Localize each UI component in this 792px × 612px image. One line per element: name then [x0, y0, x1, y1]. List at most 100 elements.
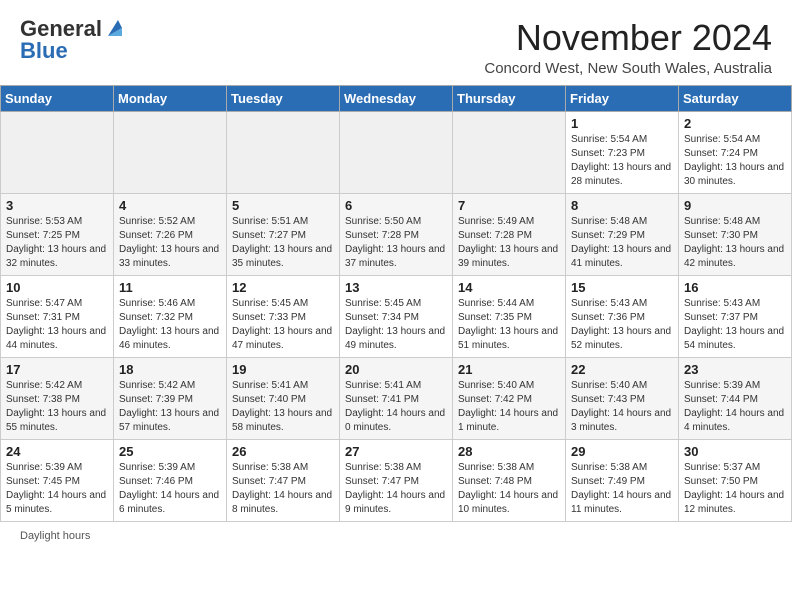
calendar-cell: 1 Sunrise: 5:54 AM Sunset: 7:23 PM Daylig…	[566, 111, 679, 193]
day-info: Sunrise: 5:43 AM Sunset: 7:37 PM Dayligh…	[684, 297, 786, 353]
calendar-cell: 13Sunrise: 5:45 AM Sunset: 7:34 PM Dayli…	[340, 275, 453, 357]
day-info: Sunrise: 5:54 AM Sunset: 7:23 PM Dayligh…	[571, 133, 673, 189]
day-info: Sunrise: 5:40 AM Sunset: 7:43 PM Dayligh…	[571, 379, 673, 435]
calendar-cell: 8Sunrise: 5:48 AM Sunset: 7:29 PM Daylig…	[566, 193, 679, 275]
calendar-cell: 6Sunrise: 5:50 AM Sunset: 7:28 PM Daylig…	[340, 193, 453, 275]
calendar-cell: 11 Sunrise: 5:46 AM Sunset: 7:32 PM Dayli…	[114, 275, 227, 357]
day-info: Sunrise: 5:52 AM Sunset: 7:26 PM Dayligh…	[119, 215, 221, 271]
day-number: 28	[458, 444, 560, 459]
day-info: Sunrise: 5:40 AM Sunset: 7:42 PM Dayligh…	[458, 379, 560, 435]
day-info: Sunrise: 5:38 AM Sunset: 7:49 PM Dayligh…	[571, 461, 673, 517]
logo: General Blue	[20, 18, 126, 64]
day-info: Sunrise: 5:45 AM Sunset: 7:34 PM Dayligh…	[345, 297, 447, 353]
day-info: Sunrise: 5:47 AM Sunset: 7:31 PM Dayligh…	[6, 297, 108, 353]
calendar-cell: 30 Sunrise: 5:37 AM Sunset: 7:50 PM Dayli…	[679, 439, 792, 521]
calendar-cell	[114, 111, 227, 193]
day-info: Sunrise: 5:44 AM Sunset: 7:35 PM Dayligh…	[458, 297, 560, 353]
footer: Daylight hours	[0, 522, 792, 546]
calendar-week-row: 1 Sunrise: 5:54 AM Sunset: 7:23 PM Daylig…	[1, 111, 792, 193]
location-subtitle: Concord West, New South Wales, Australia	[484, 60, 772, 77]
day-info: Sunrise: 5:38 AM Sunset: 7:47 PM Dayligh…	[345, 461, 447, 517]
day-info: Sunrise: 5:53 AM Sunset: 7:25 PM Dayligh…	[6, 215, 108, 271]
day-number: 9	[684, 198, 786, 213]
calendar-cell	[453, 111, 566, 193]
calendar-cell: 10 Sunrise: 5:47 AM Sunset: 7:31 PM Dayli…	[1, 275, 114, 357]
logo-blue-text: Blue	[20, 38, 68, 64]
day-info: Sunrise: 5:43 AM Sunset: 7:36 PM Dayligh…	[571, 297, 673, 353]
day-info: Sunrise: 5:42 AM Sunset: 7:38 PM Dayligh…	[6, 379, 108, 435]
day-info: Sunrise: 5:46 AM Sunset: 7:32 PM Dayligh…	[119, 297, 221, 353]
calendar-cell: 19Sunrise: 5:41 AM Sunset: 7:40 PM Dayli…	[227, 357, 340, 439]
calendar-cell: 21 Sunrise: 5:40 AM Sunset: 7:42 PM Dayli…	[453, 357, 566, 439]
calendar-week-row: 24Sunrise: 5:39 AM Sunset: 7:45 PM Dayli…	[1, 439, 792, 521]
day-number: 11	[119, 280, 221, 295]
calendar-cell: 12 Sunrise: 5:45 AM Sunset: 7:33 PM Dayli…	[227, 275, 340, 357]
day-info: Sunrise: 5:51 AM Sunset: 7:27 PM Dayligh…	[232, 215, 334, 271]
day-info: Sunrise: 5:37 AM Sunset: 7:50 PM Dayligh…	[684, 461, 786, 517]
calendar-cell: 29 Sunrise: 5:38 AM Sunset: 7:49 PM Dayli…	[566, 439, 679, 521]
calendar-cell: 15 Sunrise: 5:43 AM Sunset: 7:36 PM Dayli…	[566, 275, 679, 357]
day-number: 23	[684, 362, 786, 377]
month-title: November 2024	[484, 18, 772, 58]
day-number: 12	[232, 280, 334, 295]
calendar-cell	[227, 111, 340, 193]
calendar-cell: 7 Sunrise: 5:49 AM Sunset: 7:28 PM Daylig…	[453, 193, 566, 275]
day-info: Sunrise: 5:42 AM Sunset: 7:39 PM Dayligh…	[119, 379, 221, 435]
calendar-cell: 24Sunrise: 5:39 AM Sunset: 7:45 PM Dayli…	[1, 439, 114, 521]
day-number: 21	[458, 362, 560, 377]
calendar-week-row: 17Sunrise: 5:42 AM Sunset: 7:38 PM Dayli…	[1, 357, 792, 439]
calendar-cell: 27Sunrise: 5:38 AM Sunset: 7:47 PM Dayli…	[340, 439, 453, 521]
day-info: Sunrise: 5:50 AM Sunset: 7:28 PM Dayligh…	[345, 215, 447, 271]
day-info: Sunrise: 5:54 AM Sunset: 7:24 PM Dayligh…	[684, 133, 786, 189]
calendar-table: SundayMondayTuesdayWednesdayThursdayFrid…	[0, 85, 792, 522]
calendar-day-header: Friday	[566, 85, 679, 111]
calendar-cell: 16 Sunrise: 5:43 AM Sunset: 7:37 PM Dayli…	[679, 275, 792, 357]
logo-icon	[104, 18, 126, 40]
day-info: Sunrise: 5:39 AM Sunset: 7:44 PM Dayligh…	[684, 379, 786, 435]
day-info: Sunrise: 5:38 AM Sunset: 7:48 PM Dayligh…	[458, 461, 560, 517]
day-info: Sunrise: 5:41 AM Sunset: 7:41 PM Dayligh…	[345, 379, 447, 435]
daylight-label: Daylight hours	[20, 530, 90, 542]
day-number: 29	[571, 444, 673, 459]
day-number: 14	[458, 280, 560, 295]
day-number: 20	[345, 362, 447, 377]
day-number: 4	[119, 198, 221, 213]
day-number: 1	[571, 116, 673, 131]
calendar-day-header: Wednesday	[340, 85, 453, 111]
day-number: 25	[119, 444, 221, 459]
calendar-cell: 3 Sunrise: 5:53 AM Sunset: 7:25 PM Daylig…	[1, 193, 114, 275]
day-info: Sunrise: 5:48 AM Sunset: 7:30 PM Dayligh…	[684, 215, 786, 271]
calendar-cell: 5 Sunrise: 5:51 AM Sunset: 7:27 PM Daylig…	[227, 193, 340, 275]
day-number: 22	[571, 362, 673, 377]
day-info: Sunrise: 5:39 AM Sunset: 7:45 PM Dayligh…	[6, 461, 108, 517]
calendar-cell: 2 Sunrise: 5:54 AM Sunset: 7:24 PM Daylig…	[679, 111, 792, 193]
day-info: Sunrise: 5:39 AM Sunset: 7:46 PM Dayligh…	[119, 461, 221, 517]
calendar-cell	[1, 111, 114, 193]
day-number: 30	[684, 444, 786, 459]
day-info: Sunrise: 5:45 AM Sunset: 7:33 PM Dayligh…	[232, 297, 334, 353]
day-number: 8	[571, 198, 673, 213]
day-info: Sunrise: 5:49 AM Sunset: 7:28 PM Dayligh…	[458, 215, 560, 271]
day-number: 10	[6, 280, 108, 295]
day-number: 15	[571, 280, 673, 295]
calendar-day-header: Thursday	[453, 85, 566, 111]
calendar-cell	[340, 111, 453, 193]
calendar-cell: 17Sunrise: 5:42 AM Sunset: 7:38 PM Dayli…	[1, 357, 114, 439]
page-header: General Blue November 2024 Concord West,…	[0, 0, 792, 85]
day-number: 2	[684, 116, 786, 131]
calendar-day-header: Tuesday	[227, 85, 340, 111]
day-number: 7	[458, 198, 560, 213]
day-number: 19	[232, 362, 334, 377]
calendar-cell: 18Sunrise: 5:42 AM Sunset: 7:39 PM Dayli…	[114, 357, 227, 439]
calendar-header-row: SundayMondayTuesdayWednesdayThursdayFrid…	[1, 85, 792, 111]
calendar-cell: 4 Sunrise: 5:52 AM Sunset: 7:26 PM Daylig…	[114, 193, 227, 275]
day-number: 26	[232, 444, 334, 459]
calendar-cell: 23 Sunrise: 5:39 AM Sunset: 7:44 PM Dayli…	[679, 357, 792, 439]
title-section: November 2024 Concord West, New South Wa…	[484, 18, 772, 77]
day-number: 5	[232, 198, 334, 213]
calendar-cell: 28 Sunrise: 5:38 AM Sunset: 7:48 PM Dayli…	[453, 439, 566, 521]
day-number: 3	[6, 198, 108, 213]
calendar-day-header: Monday	[114, 85, 227, 111]
day-number: 16	[684, 280, 786, 295]
calendar-cell: 9 Sunrise: 5:48 AM Sunset: 7:30 PM Daylig…	[679, 193, 792, 275]
